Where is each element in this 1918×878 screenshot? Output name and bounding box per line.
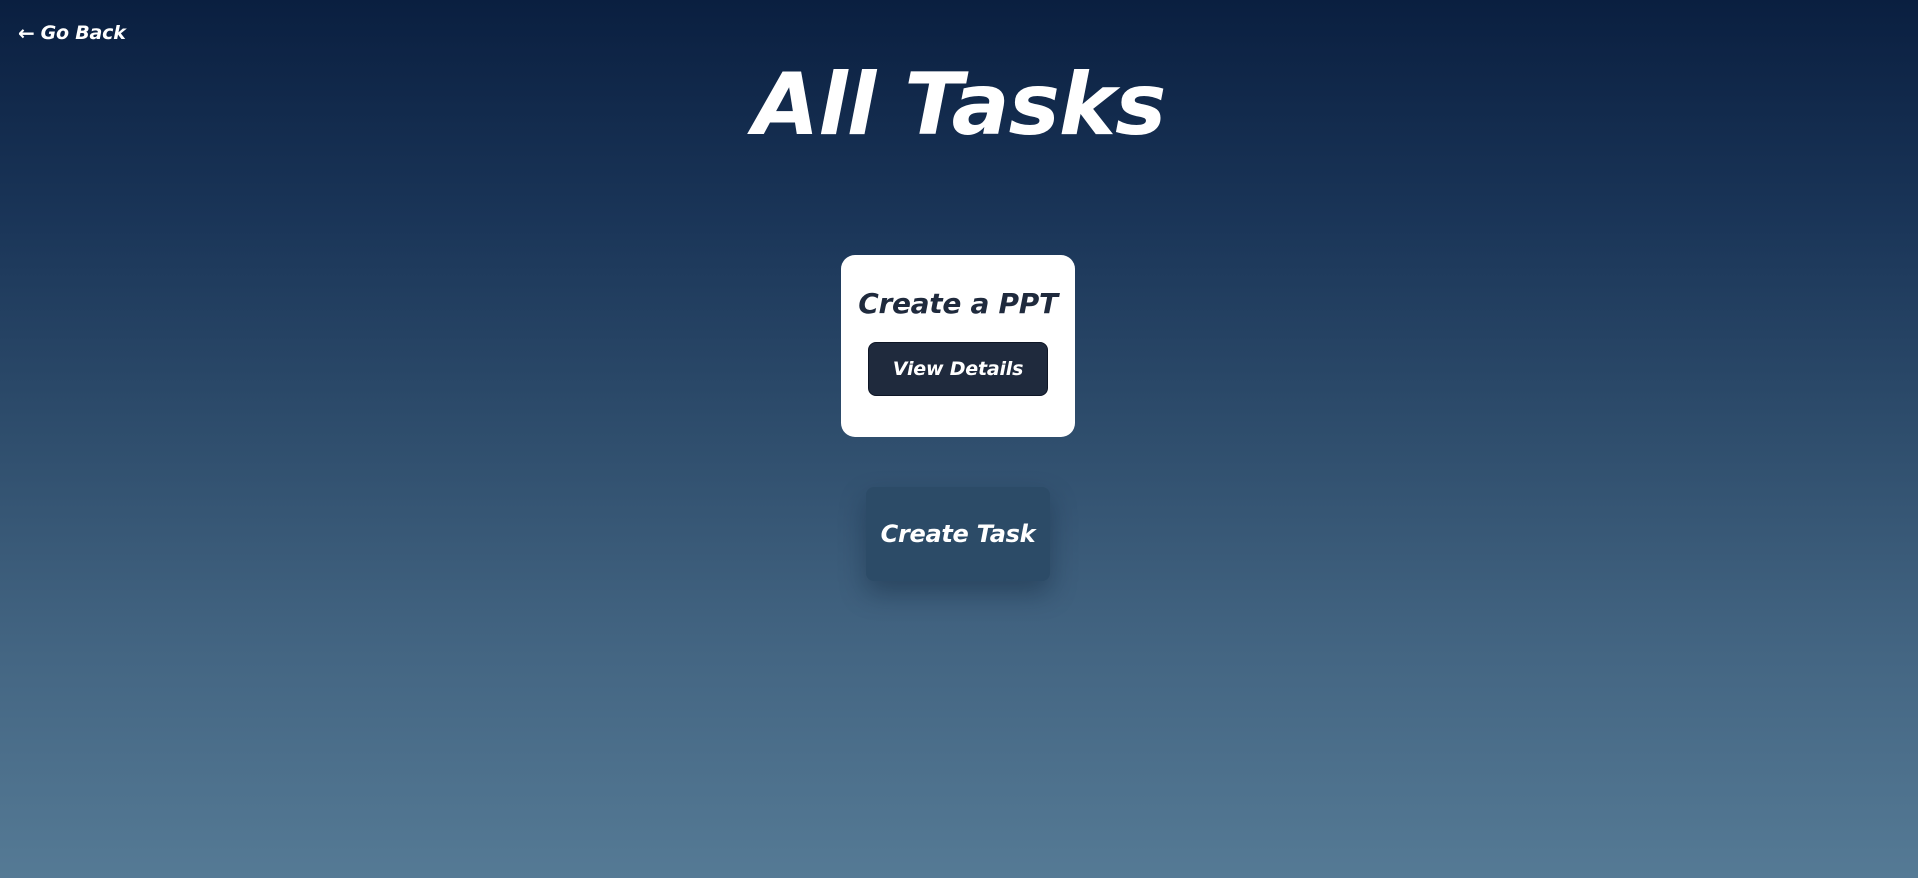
view-details-button[interactable]: View Details bbox=[868, 342, 1048, 396]
create-task-button[interactable]: Create Task bbox=[866, 487, 1050, 581]
task-card: Create a PPT View Details bbox=[841, 255, 1075, 437]
page-title: All Tasks bbox=[752, 55, 1167, 155]
go-back-label: Go Back bbox=[40, 22, 126, 44]
arrow-left-icon: ← bbox=[18, 21, 35, 45]
task-title: Create a PPT bbox=[858, 287, 1058, 320]
go-back-link[interactable]: ← Go Back bbox=[18, 22, 126, 44]
